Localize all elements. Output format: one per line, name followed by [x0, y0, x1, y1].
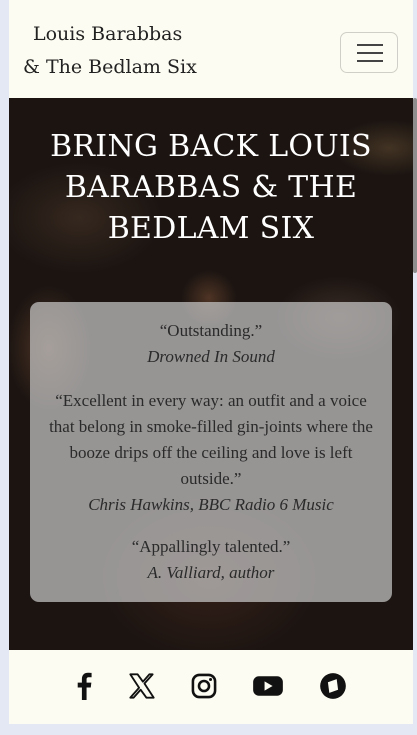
scrollbar[interactable]	[413, 98, 417, 273]
instagram-icon	[191, 673, 217, 699]
facebook-link[interactable]	[69, 672, 99, 700]
quote-item: “Excellent in every way: an outfit and a…	[46, 388, 376, 518]
hero-title: BRING BACK LOUIS BARABBAS & THE BEDLAM S…	[50, 129, 372, 246]
bandcamp-link[interactable]	[318, 672, 348, 700]
x-twitter-link[interactable]	[127, 672, 157, 700]
quote-item: “Outstanding.” Drowned In Sound	[46, 318, 376, 370]
navbar: Louis Barabbas & The Bedlam Six	[9, 0, 413, 98]
footer	[9, 650, 413, 724]
facebook-icon	[77, 672, 92, 700]
quote-text: “Outstanding.”	[159, 321, 263, 340]
quote-source: Chris Hawkins, BBC Radio 6 Music	[88, 495, 334, 514]
quote-text: “Appallingly talented.”	[131, 537, 291, 556]
brand-link[interactable]: Louis Barabbas & The Bedlam Six	[23, 18, 243, 84]
hero-section: BRING BACK LOUIS BARABBAS & THE BEDLAM S…	[9, 98, 413, 650]
youtube-icon	[253, 676, 283, 696]
quote-text: “Excellent in every way: an outfit and a…	[49, 391, 373, 488]
brand-line-1: Louis Barabbas	[33, 23, 183, 45]
brand-line-2: & The Bedlam Six	[23, 56, 197, 78]
instagram-link[interactable]	[189, 672, 219, 700]
page: Louis Barabbas & The Bedlam Six BRING BA…	[9, 0, 413, 735]
quote-source: Drowned In Sound	[147, 347, 275, 366]
quote-source: A. Valliard, author	[147, 563, 275, 582]
bandcamp-icon	[320, 673, 346, 699]
x-twitter-icon	[129, 673, 155, 699]
quotes-panel: “Outstanding.” Drowned In Sound “Excelle…	[30, 302, 392, 602]
quote-item: “Appallingly talented.” A. Valliard, aut…	[46, 534, 376, 586]
youtube-link[interactable]	[252, 672, 284, 700]
menu-toggle-button[interactable]	[340, 32, 398, 73]
